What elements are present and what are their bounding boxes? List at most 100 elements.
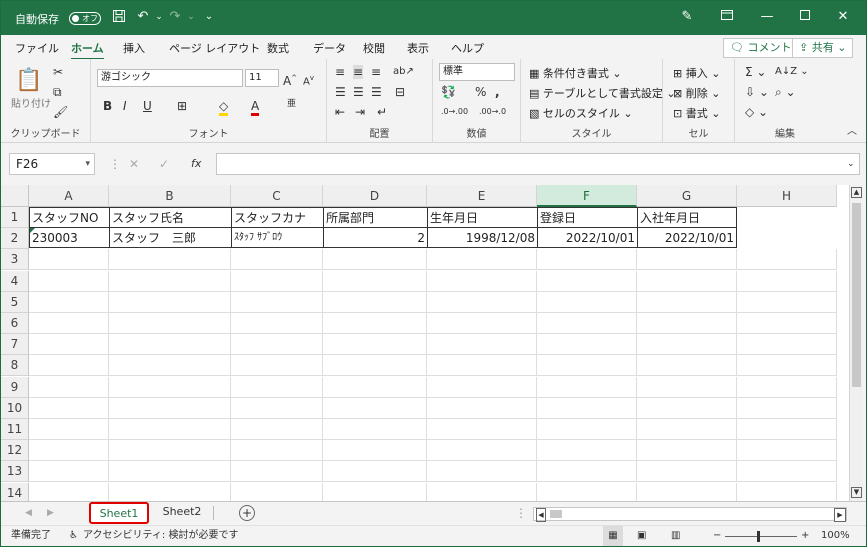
row-header-8[interactable]: 8 — [1, 355, 29, 377]
empty-cell[interactable] — [427, 461, 537, 483]
comma-icon[interactable]: , — [495, 85, 500, 99]
wrap-text-icon[interactable]: ↵ — [377, 105, 387, 119]
empty-cell[interactable] — [427, 270, 537, 292]
worksheet-grid[interactable]: A B C D E F G H 1 2 3 4 5 6 7 8 9 10 11 12 13 14 スタッフ… — [1, 185, 849, 501]
empty-cell[interactable] — [537, 355, 637, 377]
row-header-2[interactable]: 2 — [1, 228, 29, 250]
tab-view[interactable]: 表示 — [407, 40, 429, 56]
empty-cell[interactable] — [427, 482, 537, 501]
cell-e2[interactable]: 1998/12/08 — [427, 227, 538, 248]
insert-cells-button[interactable]: ⊞ 挿入 ⌄ — [673, 65, 720, 81]
format-cells-button[interactable]: ⊡ 書式 ⌄ — [673, 105, 720, 121]
row-header-6[interactable]: 6 — [1, 313, 29, 334]
zoom-slider[interactable] — [725, 536, 797, 537]
tab-data[interactable]: データ — [313, 40, 346, 56]
empty-cell[interactable] — [29, 355, 109, 377]
zoom-slider-thumb[interactable] — [757, 531, 760, 542]
empty-cell[interactable] — [323, 397, 427, 419]
find-icon[interactable]: ⌕ ⌄ — [775, 85, 796, 99]
scroll-up-icon[interactable]: ▲ — [851, 187, 862, 198]
delete-cells-button[interactable]: ⊠ 削除 ⌄ — [673, 85, 720, 101]
autosave-toggle[interactable]: オフ — [69, 12, 101, 25]
empty-cell[interactable] — [637, 440, 737, 462]
empty-cell[interactable] — [537, 291, 637, 313]
row-header-9[interactable]: 9 — [1, 376, 29, 398]
empty-cell[interactable] — [323, 376, 427, 398]
tab-help[interactable]: ヘルプ — [451, 40, 484, 56]
empty-cell[interactable] — [231, 249, 323, 271]
empty-cell[interactable] — [637, 419, 737, 440]
decrease-font-icon[interactable]: Av — [303, 71, 314, 89]
sort-filter-icon[interactable]: A↓Z ⌄ — [775, 65, 809, 79]
empty-cell[interactable] — [637, 376, 737, 398]
conditional-format-button[interactable]: ▦ 条件付き書式 ⌄ — [529, 65, 622, 81]
empty-cell[interactable] — [537, 397, 637, 419]
empty-cell[interactable] — [323, 419, 427, 440]
tab-home[interactable]: ホーム — [71, 40, 104, 60]
empty-cell[interactable] — [427, 440, 537, 462]
copy-icon[interactable]: ⧉ — [53, 85, 62, 99]
empty-cell[interactable] — [427, 355, 537, 377]
empty-cell[interactable] — [323, 482, 427, 501]
format-as-table-button[interactable]: ▤ テーブルとして書式設定 ⌄ — [529, 85, 676, 101]
tab-split-handle[interactable]: ⋮ — [515, 506, 527, 520]
empty-cell[interactable] — [637, 313, 737, 334]
row-header-5[interactable]: 5 — [1, 291, 29, 313]
increase-indent-icon[interactable]: ⇥ — [355, 105, 365, 119]
empty-cell[interactable] — [637, 249, 737, 271]
empty-cell[interactable] — [29, 440, 109, 462]
borders-icon[interactable]: ⊞ — [177, 99, 187, 113]
zoom-in-icon[interactable]: + — [801, 526, 809, 546]
zoom-level[interactable]: 100% — [821, 526, 850, 546]
empty-cell[interactable] — [427, 291, 537, 313]
scroll-left-icon[interactable]: ◀ — [536, 508, 546, 522]
col-header-h[interactable]: H — [737, 185, 837, 207]
normal-view-icon[interactable]: ▦ — [603, 526, 623, 546]
empty-cell[interactable] — [109, 270, 231, 292]
cell-c2[interactable]: ｽﾀｯﾌ ｻﾌﾞﾛｳ — [231, 227, 324, 248]
empty-cell[interactable] — [231, 482, 323, 501]
name-box-dropdown-icon[interactable]: ▾ — [85, 154, 90, 174]
empty-cell[interactable] — [427, 313, 537, 334]
col-header-b[interactable]: B — [109, 185, 231, 207]
empty-cell[interactable] — [637, 355, 737, 377]
col-header-f[interactable]: F — [537, 185, 637, 207]
row-header-13[interactable]: 13 — [1, 461, 29, 483]
empty-cell[interactable] — [231, 334, 323, 356]
prev-sheet-icon[interactable]: ◀ — [25, 506, 32, 520]
empty-cell[interactable] — [637, 461, 737, 483]
row-header-14[interactable]: 14 — [1, 482, 29, 501]
vertical-scrollbar[interactable]: ▲ ▼ — [849, 185, 863, 501]
middle-align-icon[interactable]: ≡ — [353, 65, 364, 79]
empty-cell[interactable] — [537, 313, 637, 334]
empty-cell[interactable] — [427, 397, 537, 419]
fill-color-icon[interactable]: ◇ — [219, 99, 229, 116]
empty-cell[interactable] — [737, 482, 837, 501]
page-layout-view-icon[interactable]: ▣ — [637, 526, 646, 546]
accounting-icon[interactable]: 💱 — [441, 85, 456, 99]
font-color-icon[interactable]: A — [251, 99, 260, 116]
number-format-select[interactable]: 標準 — [439, 63, 515, 81]
empty-cell[interactable] — [537, 249, 637, 271]
empty-cell[interactable] — [323, 440, 427, 462]
cut-icon[interactable]: ✂ — [53, 65, 63, 79]
empty-cell[interactable] — [637, 334, 737, 356]
comment-button[interactable]: 🗨 コメント — [723, 38, 799, 58]
col-header-g[interactable]: G — [637, 185, 737, 207]
empty-cell[interactable] — [737, 249, 837, 271]
row-header-10[interactable]: 10 — [1, 397, 29, 419]
expand-formula-icon[interactable]: ⌄ — [847, 157, 855, 171]
empty-cell[interactable] — [323, 291, 427, 313]
font-size-select[interactable]: 11 — [245, 69, 279, 87]
paste-button[interactable]: 貼り付け — [11, 95, 51, 110]
vertical-scroll-thumb[interactable] — [852, 203, 861, 387]
empty-cell[interactable] — [427, 334, 537, 356]
zoom-out-icon[interactable]: − — [713, 526, 721, 546]
empty-cell[interactable] — [427, 249, 537, 271]
empty-cell[interactable] — [637, 482, 737, 501]
horizontal-scrollbar[interactable]: ◀ — [533, 507, 847, 522]
row-header-11[interactable]: 11 — [1, 419, 29, 440]
empty-cell[interactable] — [109, 482, 231, 501]
cell-c1[interactable]: スタッフカナ — [231, 207, 324, 228]
empty-cell[interactable] — [537, 334, 637, 356]
